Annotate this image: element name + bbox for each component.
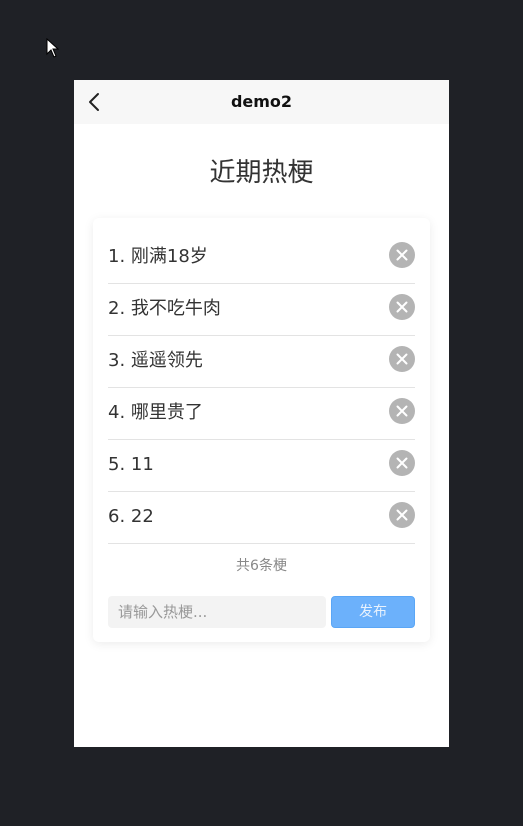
nav-title: demo2 [230,92,293,111]
list-item: 3. 遥遥领先 [108,336,415,388]
meme-list: 1. 刚满18岁 2. 我不吃牛肉 3. 遥遥领先 4. 哪里贵了 5. 11 6. 22 [108,232,415,544]
close-icon [396,405,408,417]
list-item: 1. 刚满18岁 [108,232,415,284]
page-title: 近期热梗 [209,158,314,188]
close-icon [396,249,408,261]
close-icon [396,457,408,469]
list-item: 5. 11 [108,440,415,492]
meme-list-card: 1. 刚满18岁 2. 我不吃牛肉 3. 遥遥领先 4. 哪里贵了 5. 11 6. 22… [93,218,430,642]
close-icon [396,509,408,521]
app-window: demo2 近期热梗 1. 刚满18岁 2. 我不吃牛肉 3. 遥遥领先 4. 哪里贵… [74,80,449,747]
list-item-text: 6. 22 [108,506,154,527]
delete-button[interactable] [389,346,415,372]
list-item-text: 4. 哪里贵了 [108,402,203,423]
back-button[interactable] [84,91,106,113]
delete-button[interactable] [389,502,415,528]
chevron-left-icon [89,93,99,111]
close-icon [396,301,408,313]
list-item: 2. 我不吃牛肉 [108,284,415,336]
publish-button[interactable]: 发布 [331,596,415,628]
list-item-text: 1. 刚满18岁 [108,246,208,267]
list-item: 4. 哪里贵了 [108,388,415,440]
close-icon [396,353,408,365]
delete-button[interactable] [389,242,415,268]
list-item: 6. 22 [108,492,415,544]
navigation-bar: demo2 [74,80,449,124]
meme-input[interactable] [108,596,326,628]
list-item-text: 2. 我不吃牛肉 [108,298,221,319]
item-count: 共6条梗 [236,558,287,574]
mouse-cursor-icon [46,38,60,58]
list-item-text: 5. 11 [108,454,154,475]
delete-button[interactable] [389,294,415,320]
delete-button[interactable] [389,398,415,424]
delete-button[interactable] [389,450,415,476]
list-item-text: 3. 遥遥领先 [108,350,203,371]
